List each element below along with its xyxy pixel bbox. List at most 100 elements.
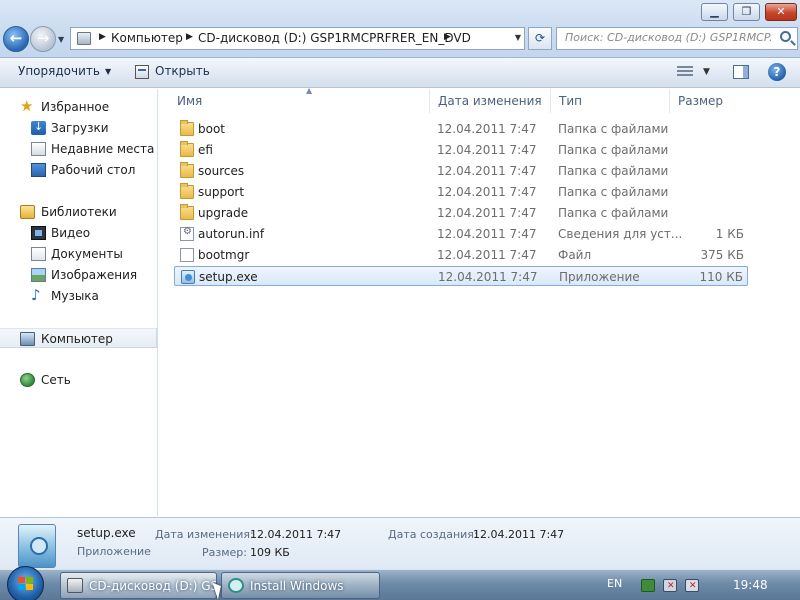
file-row-support[interactable]: support 12.04.2011 7:47 Папка с файлами — [174, 182, 748, 202]
details-pane: setup.exe Приложение Дата изменения: 12.… — [0, 517, 800, 569]
search-icon[interactable] — [780, 31, 791, 42]
sidebar-item-video[interactable]: Видео — [0, 223, 158, 243]
file-row-autorun[interactable]: autorun.inf 12.04.2011 7:47 Сведения для… — [174, 224, 748, 244]
details-modified-label: Дата изменения: — [155, 528, 254, 541]
chevron-down-icon: ▼ — [104, 67, 112, 76]
file-name: upgrade — [198, 206, 249, 220]
taskbar-item-install-windows[interactable]: Install Windows — [221, 572, 380, 599]
search-input[interactable] — [565, 31, 773, 44]
column-header-type[interactable]: Тип — [551, 89, 670, 113]
file-row-boot[interactable]: boot 12.04.2011 7:47 Папка с файлами — [174, 119, 748, 139]
chevron-right-icon[interactable]: ▶ — [444, 32, 451, 42]
taskbar-item-explorer[interactable]: CD-дисковод (D:) GS... — [60, 572, 217, 599]
file-row-sources[interactable]: sources 12.04.2011 7:47 Папка с файлами — [174, 161, 748, 181]
start-button[interactable] — [7, 566, 44, 600]
view-options-icon[interactable] — [677, 66, 693, 78]
file-type: Папка с файлами — [558, 206, 669, 220]
address-bar[interactable]: ▶ Компьютер ▶ CD-дисковод (D:) GSP1RMCPR… — [70, 27, 525, 50]
breadcrumb-cd-drive[interactable]: CD-дисковод (D:) GSP1RMCPRFRER_EN_DVD — [198, 31, 471, 45]
network-icon — [20, 373, 35, 387]
sidebar-item-label: Библиотеки — [41, 205, 117, 219]
file-size: 1 КБ — [715, 227, 744, 241]
sort-ascending-icon: ▲ — [306, 86, 313, 95]
file-row-efi[interactable]: efi 12.04.2011 7:47 Папка с файлами — [174, 140, 748, 160]
libraries-icon — [20, 205, 35, 219]
column-header-name[interactable]: ▲ Имя — [169, 86, 430, 113]
setup-icon — [228, 578, 244, 593]
folder-icon — [180, 162, 194, 178]
settings-file-icon — [180, 226, 194, 241]
column-header-date[interactable]: Дата изменения — [430, 89, 551, 113]
title-bar: ▁ ❐ ✕ ← → ▼ ▶ Компьютер ▶ CD-дисковод (D… — [0, 0, 800, 58]
organize-button[interactable]: Упорядочить ▼ — [18, 64, 111, 78]
file-type: Приложение — [559, 270, 640, 284]
open-button[interactable]: Открыть — [155, 64, 210, 78]
column-header-label: Тип — [559, 94, 582, 108]
back-button[interactable]: ← — [3, 26, 29, 52]
details-created-value[interactable]: 12.04.2011 7:47 — [473, 528, 564, 541]
sidebar-item-computer[interactable]: Компьютер — [0, 328, 157, 348]
sidebar-item-downloads[interactable]: Загрузки — [0, 118, 158, 138]
refresh-button[interactable]: ⟳ — [528, 27, 552, 50]
sidebar-item-network[interactable]: Сеть — [0, 370, 158, 390]
recent-pages-dropdown[interactable]: ▼ — [58, 35, 64, 44]
file-date: 12.04.2011 7:47 — [437, 227, 537, 241]
sidebar-item-music[interactable]: ♪ Музыка — [0, 286, 158, 306]
details-modified-value[interactable]: 12.04.2011 7:47 — [250, 528, 341, 541]
file-type: Папка с файлами — [558, 143, 669, 157]
sidebar-item-recent-places[interactable]: Недавние места — [0, 139, 158, 159]
details-size-label: Размер: — [202, 546, 247, 559]
sidebar-item-label: Компьютер — [41, 332, 113, 346]
chevron-right-icon[interactable]: ▶ — [99, 32, 106, 42]
documents-icon — [31, 247, 46, 261]
sidebar-item-desktop[interactable]: Рабочий стол — [0, 160, 158, 180]
sidebar-item-pictures[interactable]: Изображения — [0, 265, 158, 285]
network-disconnected-icon[interactable] — [663, 579, 677, 592]
music-icon: ♪ — [31, 286, 41, 304]
folder-icon — [180, 141, 194, 157]
file-name: efi — [198, 143, 213, 157]
folder-icon — [180, 183, 194, 199]
sidebar-item-documents[interactable]: Документы — [0, 244, 158, 264]
file-name: bootmgr — [198, 248, 250, 262]
arrow-left-icon: ← — [9, 29, 23, 47]
maximize-button[interactable]: ❐ — [733, 3, 760, 21]
minimize-button[interactable]: ▁ — [701, 3, 728, 21]
details-file-name: setup.exe — [77, 526, 136, 540]
file-date: 12.04.2011 7:47 — [437, 143, 537, 157]
sidebar-item-label: Изображения — [51, 268, 138, 282]
action-center-icon[interactable] — [641, 579, 655, 592]
forward-button[interactable]: → — [30, 26, 56, 52]
file-row-bootmgr[interactable]: bootmgr 12.04.2011 7:47 Файл 375 КБ — [174, 245, 748, 265]
preview-pane-icon[interactable] — [733, 65, 749, 79]
file-date: 12.04.2011 7:47 — [437, 206, 537, 220]
star-icon: ★ — [20, 97, 34, 115]
sidebar-item-libraries[interactable]: Библиотеки — [0, 202, 158, 222]
sidebar-item-favorites[interactable]: ★ Избранное — [0, 97, 158, 117]
video-icon — [31, 226, 46, 240]
search-box[interactable] — [556, 27, 798, 50]
close-button[interactable]: ✕ — [765, 3, 797, 21]
file-name: autorun.inf — [198, 227, 265, 241]
volume-muted-icon[interactable] — [685, 579, 699, 592]
clock[interactable]: 19:48 — [733, 578, 768, 592]
file-row-upgrade[interactable]: upgrade 12.04.2011 7:47 Папка с файлами — [174, 203, 748, 223]
sidebar-item-label: Видео — [51, 226, 91, 240]
open-icon[interactable] — [135, 65, 149, 79]
breadcrumb-computer[interactable]: Компьютер — [111, 31, 183, 45]
folder-icon — [180, 204, 194, 220]
help-icon[interactable]: ? — [768, 63, 786, 81]
file-date: 12.04.2011 7:47 — [437, 185, 537, 199]
chevron-down-icon[interactable]: ▼ — [515, 33, 521, 42]
sidebar-item-label: Документы — [51, 247, 123, 261]
file-type: Папка с файлами — [558, 185, 669, 199]
file-row-setup[interactable]: setup.exe 12.04.2011 7:47 Приложение 110… — [174, 266, 748, 286]
language-indicator[interactable]: EN — [607, 577, 622, 590]
chevron-down-icon[interactable]: ▼ — [703, 67, 710, 77]
file-name: support — [198, 185, 245, 199]
chevron-right-icon[interactable]: ▶ — [186, 32, 193, 42]
file-type: Сведения для уст... — [558, 227, 683, 241]
taskbar-item-label: CD-дисковод (D:) GS... — [89, 579, 217, 593]
column-header-size[interactable]: Размер — [670, 89, 759, 113]
file-icon — [180, 248, 194, 262]
